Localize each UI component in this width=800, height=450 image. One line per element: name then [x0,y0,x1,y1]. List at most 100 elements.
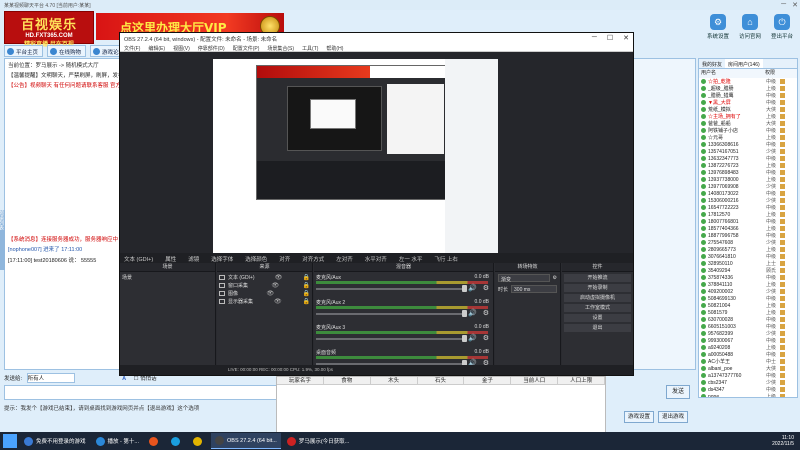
font-icon[interactable]: A [122,376,126,382]
user-list-item[interactable]: 375874336 中级 [699,274,797,281]
user-list-item[interactable]: a9240208 上级 [699,344,797,351]
user-list-item[interactable]: ☆主场_拥有了 上级 [699,113,797,120]
user-list-item[interactable]: AC小羊王 中士 [699,358,797,365]
visibility-eye-icon[interactable]: 👁 [266,290,274,297]
user-list-item[interactable]: 2809665773 上级 [699,246,797,253]
user-list-item[interactable]: 13977069908 少侠 [699,183,797,190]
close-icon[interactable]: ✕ [623,34,629,42]
source-toolbar-item[interactable]: 文本 (GDI+) [124,255,153,263]
user-list-item[interactable]: 957682399 少侠 [699,330,797,337]
source-toolbar-item[interactable]: 对齐 [279,255,290,263]
maximize-icon[interactable]: ☐ [607,34,613,42]
user-list-item[interactable]: 爸爸_船船 大侠 [699,120,797,127]
volume-slider[interactable] [316,338,466,340]
scene-item[interactable]: 场景 [122,274,213,281]
speaker-icon[interactable]: 🔊 [468,334,477,342]
user-list-item[interactable]: a00050488 中级 [699,351,797,358]
obs-control-button[interactable]: 设置 [564,314,631,322]
source-item[interactable]: 窗口采集 👁 🔒 [219,282,310,289]
user-list-item[interactable]: 275547608 少侠 [699,239,797,246]
user-list-item[interactable]: 5084699130 中级 [699,295,797,302]
obs-menu-item[interactable]: 帮助(H) [326,45,343,52]
user-list-item[interactable]: 阿铁铺子小店 中级 [699,127,797,134]
obs-preview[interactable]: 小新开始直播啦 [213,59,498,269]
user-list-item[interactable]: 14080173022 中级 [699,190,797,197]
taskbar-item[interactable]: OBS 27.2.4 (64 bit... [211,433,281,449]
lock-icon[interactable]: 🔒 [303,274,310,281]
user-list-item[interactable]: 328950110 上士 [699,260,797,267]
nav-shop-button[interactable]: 在线购物 [47,45,87,57]
user-list-item[interactable]: 15306000216 少侠 [699,197,797,204]
private-checkbox[interactable]: ☐ [134,376,139,382]
lock-icon[interactable]: 🔒 [303,298,310,305]
volume-slider-handle[interactable] [462,285,467,292]
user-list-item[interactable]: 17812570 上级 [699,211,797,218]
user-list-item[interactable]: 630700028 中级 [699,316,797,323]
user-list-item[interactable]: 378841110 上级 [699,281,797,288]
volume-slider-handle[interactable] [462,310,467,317]
source-toolbar-item[interactable]: 选择字体 [211,255,233,263]
obs-menu-item[interactable]: 配置文件(P) [233,45,260,52]
game-settings-button[interactable]: 游戏设置 [624,411,654,423]
tab-room-users[interactable]: 房间用户(146) [725,59,763,68]
exit-game-button[interactable]: 退出游戏 [658,411,688,423]
channel-side-tab[interactable]: 频道列表 [0,210,5,270]
user-list-item[interactable]: 18577404366 上级 [699,225,797,232]
taskbar-item[interactable] [189,433,209,449]
user-list-item[interactable]: 3076641810 中级 [699,253,797,260]
obs-control-button[interactable]: 工作室模式 [564,304,631,312]
obs-control-button[interactable]: 开始推流 [564,274,631,282]
tab-friends[interactable]: 我的好友 [699,59,725,68]
logout-button[interactable]: ⏻ 登出平台 [768,14,796,40]
user-list-item[interactable]: 50821004 上级 [699,302,797,309]
taskbar-item[interactable] [167,433,187,449]
user-list-item[interactable]: ds4347 中级 [699,386,797,393]
send-button[interactable]: 发送 [666,385,690,399]
user-list-item[interactable]: 13574167051 少侠 [699,148,797,155]
source-toolbar-item[interactable]: 飞行 上右 [434,255,458,263]
obs-menu-item[interactable]: 场景集合(S) [267,45,294,52]
user-list-item[interactable]: 13366308616 中级 [699,141,797,148]
taskbar-item[interactable]: 免费不用登录的游戏 [20,433,90,449]
lock-icon[interactable]: 🔒 [303,290,310,297]
user-list-item[interactable]: 荒纸_模拟 大侠 [699,106,797,113]
visibility-eye-icon[interactable]: 👁 [274,298,282,305]
volume-slider-handle[interactable] [462,335,467,342]
user-list-item[interactable]: 999300067 中级 [699,337,797,344]
windows-start-icon[interactable] [3,434,17,448]
obs-control-button[interactable]: 退出 [564,324,631,332]
obs-menu-item[interactable]: 工具(T) [302,45,318,52]
user-list-item[interactable]: ☆拍_乾隆 中级 [699,78,797,85]
source-toolbar-item[interactable]: 左对齐 [336,255,353,263]
taskbar-item[interactable] [145,433,165,449]
user-list-item[interactable]: 13872276723 上级 [699,162,797,169]
system-tray[interactable]: 11:10 2022/11/5 [772,435,794,447]
obs-menu-item[interactable]: 停靠部件(D) [198,45,225,52]
obs-menu-item[interactable]: 编辑(E) [148,45,165,52]
user-list-item[interactable]: 13632347773 中级 [699,155,797,162]
site-logo[interactable]: 百视娱乐 HD.FXT365.COM 精彩直播 尽在百视 [4,11,94,48]
gear-icon[interactable]: ⚙ [553,275,557,281]
user-list-item[interactable]: 18877996758 中级 [699,232,797,239]
minimize-icon[interactable]: ─ [781,1,786,9]
user-list-item[interactable]: 35409294 顾氏 [699,267,797,274]
taskbar-item[interactable]: 播放 - 第十... [92,433,143,449]
user-list-item[interactable]: a13747377760 中级 [699,372,797,379]
close-icon[interactable]: ✕ [792,1,798,9]
user-list-item[interactable]: cbs2347 少侠 [699,379,797,386]
speaker-icon[interactable]: 🔊 [468,284,477,292]
volume-slider[interactable] [316,288,466,290]
source-toolbar-item[interactable]: 选择颜色 [245,255,267,263]
transition-select[interactable]: 渐变 [498,274,550,283]
user-list-item[interactable]: 16547722223 中级 [699,204,797,211]
visit-site-button[interactable]: ⌂ 访问官网 [736,14,764,40]
system-settings-button[interactable]: ⚙ 系统设置 [704,14,732,40]
user-list-item[interactable]: ▼黑_大屏 中级 [699,99,797,106]
source-toolbar-item[interactable]: 左一 水平 [399,255,423,263]
user-list-item[interactable]: _腊肠_猎鹰 中级 [699,92,797,99]
duration-input[interactable]: 300 ms [511,285,557,293]
gear-icon[interactable]: ⚙ [483,334,489,342]
gear-icon[interactable]: ⚙ [483,284,489,292]
user-list-item[interactable]: _超级_腊肠 上级 [699,85,797,92]
visibility-eye-icon[interactable]: 👁 [275,274,283,281]
